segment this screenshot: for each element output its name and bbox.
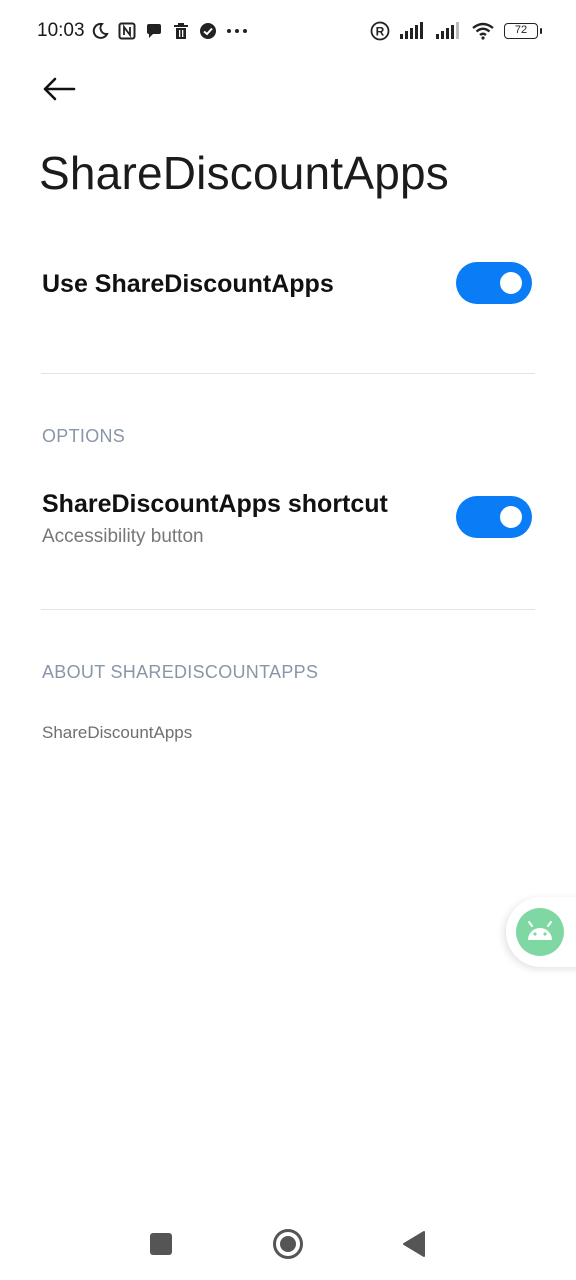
nfc-icon — [117, 20, 137, 42]
system-back-button[interactable] — [394, 1228, 434, 1264]
svg-text:R: R — [376, 25, 385, 39]
signal-icon — [398, 20, 426, 42]
status-time: 10:03 — [37, 20, 85, 41]
chat-bubble-icon — [144, 20, 164, 42]
toggle-knob — [500, 506, 522, 528]
shortcut-subtitle: Accessibility button — [42, 526, 204, 547]
status-left-icons — [90, 20, 249, 42]
about-section-header: ABOUT SHAREDISCOUNTAPPS — [42, 662, 319, 682]
use-service-row[interactable]: Use ShareDiscountApps — [0, 250, 576, 320]
navigation-bar — [0, 1210, 576, 1280]
status-right-icons: R 72 — [370, 20, 542, 42]
signal-icon — [434, 20, 462, 42]
about-text: ShareDiscountApps — [42, 723, 193, 742]
home-button[interactable] — [268, 1228, 308, 1264]
options-section-header: OPTIONS — [42, 426, 126, 446]
wifi-icon — [470, 20, 496, 42]
trash-icon — [171, 20, 191, 42]
divider — [41, 609, 535, 610]
recents-button[interactable] — [141, 1228, 181, 1264]
moon-icon — [90, 20, 110, 42]
back-button[interactable] — [36, 70, 82, 112]
more-dots-icon — [225, 20, 249, 42]
home-circle-icon — [272, 1228, 304, 1265]
shortcut-row[interactable]: ShareDiscountApps shortcut Accessibility… — [0, 480, 576, 560]
check-circle-icon — [198, 20, 218, 42]
page-title: ShareDiscountApps — [39, 147, 449, 199]
floating-accessibility-button[interactable] — [506, 897, 576, 967]
use-service-label: Use ShareDiscountApps — [42, 270, 334, 298]
shortcut-title: ShareDiscountApps shortcut — [42, 490, 388, 518]
registered-icon: R — [370, 20, 390, 42]
recents-square-icon — [149, 1232, 173, 1261]
shortcut-toggle[interactable] — [456, 496, 532, 538]
toggle-knob — [500, 272, 522, 294]
use-service-toggle[interactable] — [456, 262, 532, 304]
back-arrow-icon — [42, 77, 76, 106]
back-triangle-icon — [402, 1230, 426, 1263]
status-bar: 10:03 R 72 — [0, 0, 576, 64]
android-icon — [516, 908, 564, 956]
divider — [41, 373, 535, 374]
battery-icon: 72 — [504, 23, 542, 39]
